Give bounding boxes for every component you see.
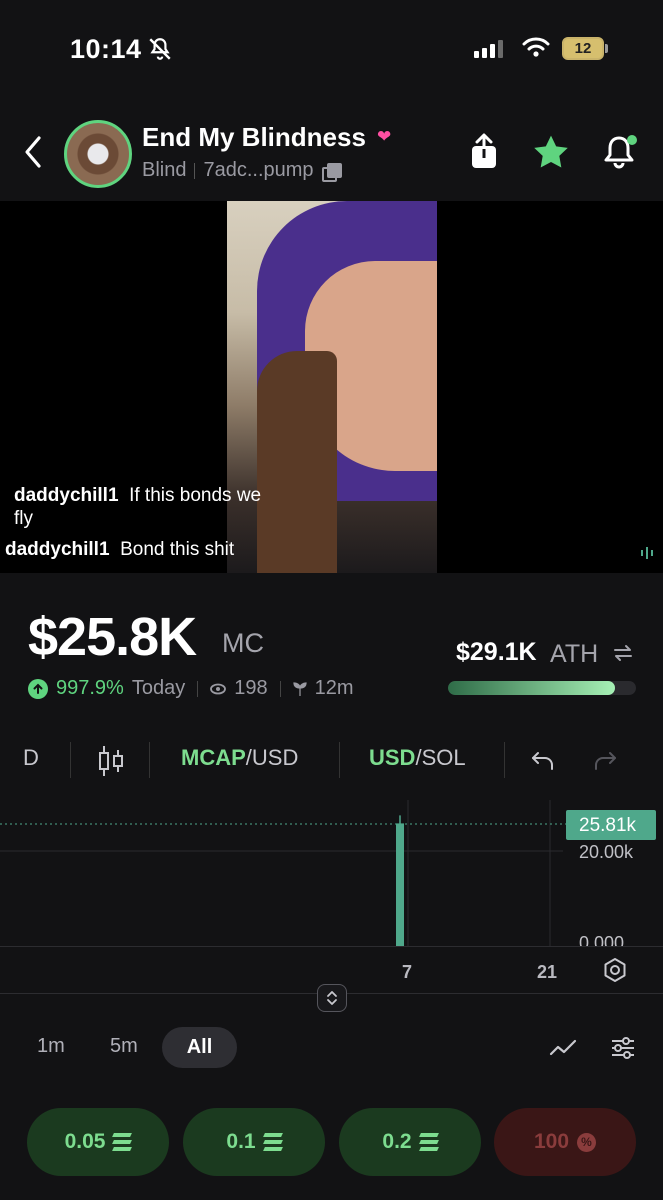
chat-username: daddychill1 [5, 539, 110, 560]
audio-level-icon [641, 547, 653, 559]
x-axis-tick: 7 [402, 962, 413, 982]
market-cap-unit: MC [222, 628, 264, 658]
usd-suffix: /SOL [415, 745, 466, 770]
battery-level: 12 [574, 40, 592, 57]
sprout-icon [292, 681, 307, 696]
chat-message: daddychill1 Bond this shit [5, 538, 234, 561]
current-price-label: 25.81k [566, 810, 656, 840]
ath-progress-bar [448, 681, 636, 695]
chart-settings-icon[interactable] [602, 957, 628, 983]
quick-buy-button[interactable]: 0.05 [27, 1108, 169, 1176]
buy-amount: 0.1 [226, 1130, 256, 1153]
arrow-up-icon [28, 678, 48, 699]
coin-title: End My Blindness [142, 122, 366, 152]
battery-tip [605, 44, 608, 53]
market-cap-value: $25.8K [28, 607, 197, 667]
x-axis-tick: 21 [537, 962, 558, 982]
chat-text: Bond this shit [120, 539, 235, 560]
divider [70, 742, 71, 778]
coin-subtitle: Blind 7adc...pump [142, 159, 342, 182]
heart-icon: ❤ [377, 127, 392, 146]
divider [279, 680, 281, 697]
bell-muted-icon [149, 38, 171, 60]
timeframe-1m[interactable]: 1m [37, 1035, 65, 1058]
ath-progress-fill [448, 681, 615, 695]
chat-username: daddychill1 [14, 485, 119, 506]
solana-icon [418, 1133, 439, 1151]
candle-body [396, 823, 404, 946]
undo-icon[interactable] [530, 750, 556, 772]
change-percent: 997.9% [56, 677, 124, 699]
quick-buy-button[interactable]: 0.1 [183, 1108, 325, 1176]
usd-label: USD [369, 745, 416, 770]
redo-icon[interactable] [592, 750, 618, 772]
buy-amount: 0.2 [382, 1130, 412, 1153]
ath-value: $29.1K [456, 638, 537, 666]
mcap-suffix: /USD [245, 745, 299, 770]
streamer-hair [257, 351, 337, 573]
swap-icon[interactable] [612, 642, 634, 664]
change-period: Today [131, 677, 186, 699]
sell-amount: 100 [533, 1130, 570, 1153]
favorite-star-icon[interactable] [532, 134, 570, 170]
battery-icon: 12 [562, 37, 604, 60]
coin-ticker: Blind [142, 159, 187, 181]
resize-handle[interactable] [317, 984, 347, 1012]
viewer-count: 198 [234, 677, 268, 699]
mcap-usd-toggle[interactable]: MCAP/USD [181, 745, 298, 771]
share-icon[interactable] [468, 132, 500, 172]
coin-age: 12m [314, 677, 354, 699]
timeframe-all[interactable]: All [162, 1027, 237, 1068]
timeframe-5m[interactable]: 5m [110, 1035, 138, 1058]
candlestick-icon[interactable] [97, 744, 125, 778]
eye-icon [210, 683, 227, 694]
line-chart-icon[interactable] [549, 1036, 577, 1060]
divider [194, 162, 196, 179]
coin-avatar[interactable] [64, 120, 132, 188]
filter-sliders-icon[interactable] [610, 1036, 636, 1060]
solana-icon [112, 1133, 133, 1151]
interval-selector[interactable]: D [23, 745, 39, 771]
chevron-updown-icon [327, 991, 337, 1005]
wifi-icon [522, 37, 550, 57]
y-axis-tick: 0.000 [579, 933, 625, 946]
quick-sell-button[interactable]: 100 % [494, 1108, 636, 1176]
ath-unit: ATH [550, 640, 599, 668]
solana-icon [262, 1133, 283, 1151]
price-chart[interactable] [0, 800, 663, 946]
chat-text-cont: fly [14, 508, 33, 529]
quick-buy-button[interactable]: 0.2 [339, 1108, 481, 1176]
usd-sol-toggle[interactable]: USD/SOL [369, 745, 466, 771]
back-arrow-icon[interactable] [18, 134, 48, 170]
percent-icon: % [577, 1132, 597, 1152]
stats-row: 997.9% Today 198 12m [28, 677, 354, 700]
copy-icon[interactable] [321, 162, 342, 182]
divider [149, 742, 150, 778]
cellular-signal-icon [474, 40, 503, 58]
divider [197, 680, 199, 697]
contract-address[interactable]: 7adc...pump [203, 159, 313, 182]
mcap-label: MCAP [181, 745, 246, 770]
status-time: 10:14 [70, 34, 142, 64]
chat-text: If this bonds we [129, 485, 262, 506]
buy-amount: 0.05 [64, 1130, 106, 1153]
y-axis-tick: 20.00k [579, 842, 634, 862]
notification-bell-icon[interactable] [600, 132, 640, 172]
divider [504, 742, 505, 778]
divider [339, 742, 340, 778]
chat-message: daddychill1 If this bonds we fly [14, 484, 261, 530]
